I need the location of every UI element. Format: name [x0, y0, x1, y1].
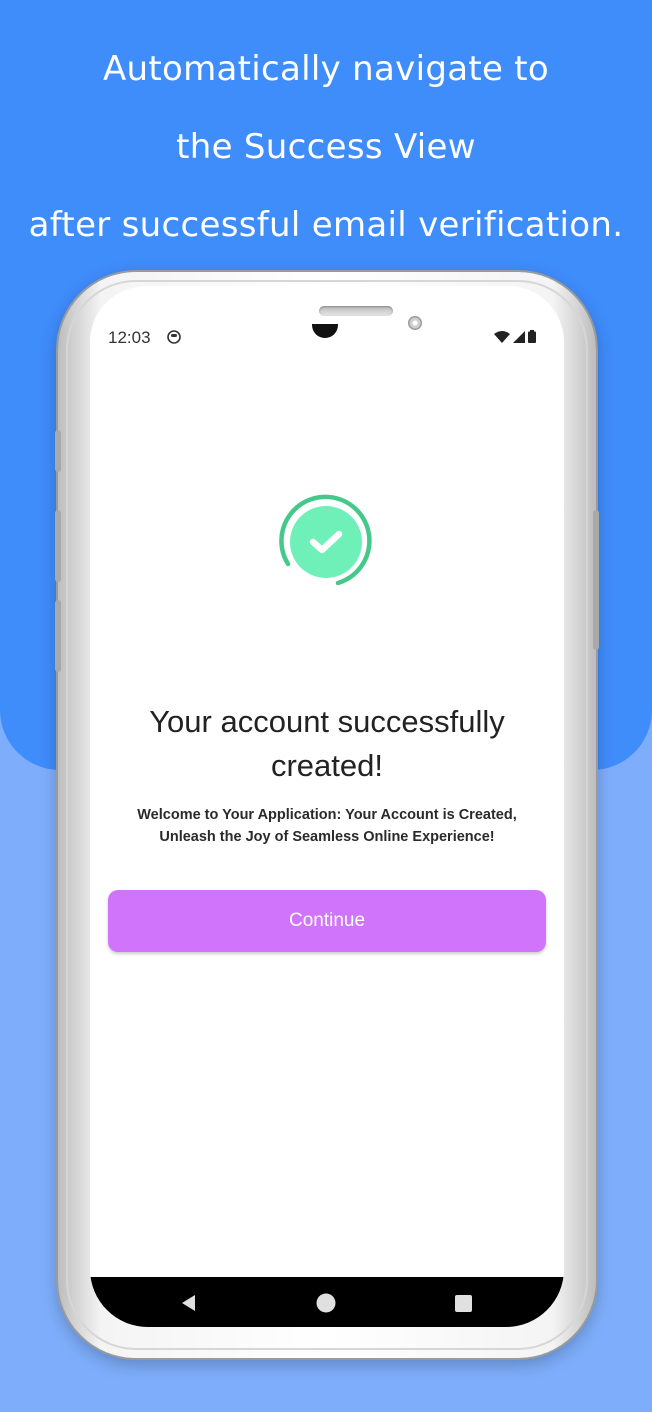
phone-screen: 12:03 Your account successfully created!…: [90, 286, 564, 1327]
check-circle-icon: [276, 492, 376, 592]
headline-line-1: Automatically navigate to: [102, 49, 550, 89]
navigation-bar: [90, 1277, 564, 1327]
front-camera: [408, 316, 422, 330]
android-notification-icon: [167, 330, 181, 349]
status-icons: [494, 330, 536, 348]
power-button: [593, 510, 599, 650]
volume-button-top: [55, 430, 61, 472]
title-line-2: created!: [270, 748, 383, 783]
recents-icon[interactable]: [452, 1292, 474, 1314]
phone-frame: 12:03 Your account successfully created!…: [55, 272, 599, 1358]
headline-line-2: the Success View: [176, 127, 476, 167]
title-line-1: Your account successfully: [149, 704, 505, 739]
home-icon[interactable]: [315, 1292, 337, 1314]
subtitle-line-2: Unleash the Joy of Seamless Online Exper…: [159, 829, 495, 845]
battery-icon: [528, 330, 536, 348]
earpiece-speaker: [319, 306, 393, 316]
volume-button-bottom: [55, 600, 61, 672]
signal-icon: [513, 330, 525, 348]
back-icon[interactable]: [178, 1292, 200, 1314]
subtitle-line-1: Welcome to Your Application: Your Accoun…: [137, 807, 517, 823]
success-subtitle: Welcome to Your Application: Your Accoun…: [100, 804, 554, 848]
headline-line-3: after successful email verification.: [28, 205, 624, 245]
status-time: 12:03: [108, 328, 151, 347]
continue-button[interactable]: Continue: [108, 890, 546, 952]
volume-button-middle: [55, 510, 61, 582]
promo-headline: Automatically navigate to the Success Vi…: [0, 30, 652, 264]
display-cutout: [312, 324, 338, 338]
wifi-icon: [494, 330, 510, 348]
success-title: Your account successfully created!: [90, 700, 564, 788]
